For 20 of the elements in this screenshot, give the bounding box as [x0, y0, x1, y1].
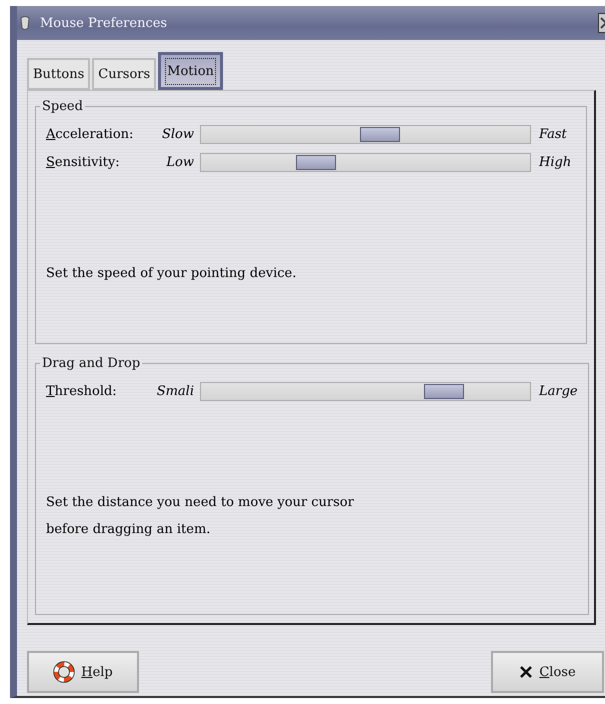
description-text: Set the speed of your pointing device. [46, 265, 298, 283]
description-text: before dragging an item. [46, 521, 212, 539]
slider-label: Threshold: [46, 384, 118, 398]
group-title: Drag and Drop [41, 356, 142, 371]
group-title: Speed [41, 99, 84, 114]
max-label: Large [538, 384, 578, 398]
tab[interactable]: Motion [158, 52, 223, 90]
min-label: Slow [160, 126, 195, 142]
min-label: Low [165, 154, 195, 170]
help-button[interactable]: Help [27, 651, 139, 693]
window-title: Mouse Preferences [40, 16, 168, 30]
slider-label: Acceleration: [46, 126, 134, 142]
min-label: Smali [156, 384, 195, 398]
tab[interactable]: Cursors [92, 58, 156, 90]
description-text: Set the distance you need to move your cursor [46, 494, 355, 512]
max-label: Fast [538, 126, 567, 142]
tab[interactable]: Buttons [27, 58, 90, 90]
max-label: High [538, 154, 572, 170]
close-button[interactable]: Close [491, 651, 604, 693]
slider-label: Sensitivity: [46, 154, 121, 170]
